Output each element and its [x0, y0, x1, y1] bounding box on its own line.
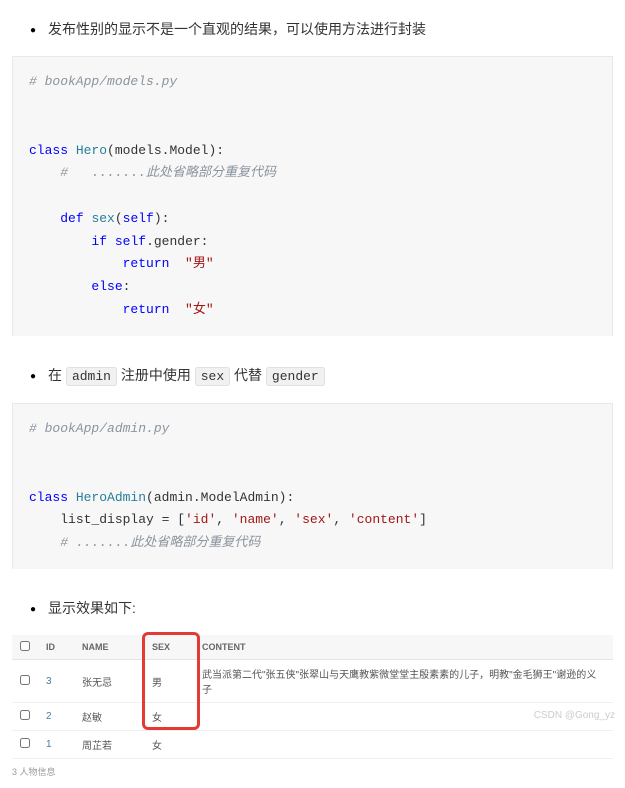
comma: ,: [333, 512, 349, 527]
bullet-2-text: 在 admin 注册中使用 sex 代替 gender: [48, 364, 325, 388]
colon: :: [123, 279, 131, 294]
code-text: .gender:: [146, 234, 208, 249]
code-block-models: # bookApp/models.py class Hero(models.Mo…: [12, 56, 613, 335]
kw-if: if: [91, 234, 107, 249]
code-text: (models.Model):: [107, 143, 224, 158]
string-id: 'id': [185, 512, 216, 527]
bullet-dot: ●: [30, 602, 36, 619]
comment-line: # bookApp/models.py: [29, 74, 177, 89]
row-checkbox[interactable]: [20, 675, 30, 685]
kw-class: class: [29, 490, 68, 505]
string-content: 'content': [349, 512, 419, 527]
text-mid: 注册中使用: [117, 367, 195, 383]
row-checkbox[interactable]: [20, 710, 30, 720]
cell-id[interactable]: 3: [38, 660, 74, 703]
kw-return: return: [123, 302, 170, 317]
kw-self: self: [123, 211, 154, 226]
code-text: (admin.ModelAdmin):: [146, 490, 294, 505]
header-sex[interactable]: SEX: [144, 635, 194, 660]
table-row: 3 张无忌 男 武当派第二代"张五侠"张翠山与天鹰教紫微堂堂主殷素素的儿子，明教…: [12, 660, 613, 703]
comma: ,: [279, 512, 295, 527]
kw-def: def: [60, 211, 83, 226]
bullet-1-text: 发布性别的显示不是一个直观的结果，可以使用方法进行封装: [48, 18, 426, 40]
header-name[interactable]: NAME: [74, 635, 144, 660]
table-row: 1 周芷若 女: [12, 731, 613, 759]
header-id[interactable]: ID: [38, 635, 74, 660]
method-sex: sex: [91, 211, 114, 226]
bullet-2: ● 在 admin 注册中使用 sex 代替 gender: [0, 356, 625, 396]
table-footer-count: 3 人物信息: [12, 765, 613, 778]
cell-name: 张无忌: [74, 660, 144, 703]
cell-name: 周芷若: [74, 731, 144, 759]
kw-return: return: [123, 256, 170, 271]
inline-code-gender: gender: [266, 367, 325, 386]
code-text: list_display = [: [60, 512, 185, 527]
inline-code-sex: sex: [195, 367, 230, 386]
admin-table: ID NAME SEX CONTENT 3 张无忌 男 武当派第二代"张五侠"张…: [12, 635, 613, 759]
cell-content: 武当派第二代"张五侠"张翠山与天鹰教紫微堂堂主殷素素的儿子，明教"金毛狮王"谢逊…: [194, 660, 613, 703]
string-female: "女": [185, 302, 214, 317]
kw-self: self: [115, 234, 146, 249]
code-block-admin: # bookApp/admin.py class HeroAdmin(admin…: [12, 403, 613, 569]
select-all-checkbox[interactable]: [20, 641, 30, 651]
bullet-dot: ●: [30, 23, 36, 40]
header-checkbox: [12, 635, 38, 660]
bullet-3-text: 显示效果如下:: [48, 597, 136, 619]
cell-sex: 男: [144, 660, 194, 703]
class-hero: Hero: [76, 143, 107, 158]
text-pre: 在: [48, 367, 66, 383]
cell-sex: 女: [144, 731, 194, 759]
admin-table-container: ID NAME SEX CONTENT 3 张无忌 男 武当派第二代"张五侠"张…: [12, 635, 613, 759]
comment-line: # bookApp/admin.py: [29, 421, 169, 436]
paren-open: (: [115, 211, 123, 226]
bullet-1: ● 发布性别的显示不是一个直观的结果，可以使用方法进行封装: [0, 10, 625, 48]
table-header-row: ID NAME SEX CONTENT: [12, 635, 613, 660]
row-checkbox[interactable]: [20, 738, 30, 748]
header-content[interactable]: CONTENT: [194, 635, 613, 660]
comment-text: .......此处省略部分重复代码: [91, 165, 276, 180]
kw-class: class: [29, 143, 68, 158]
cell-content: [194, 731, 613, 759]
class-heroadmin: HeroAdmin: [76, 490, 146, 505]
string-male: "男": [185, 256, 214, 271]
bullet-dot: ●: [30, 369, 36, 388]
comment-hash: #: [60, 165, 68, 180]
bullet-3: ● 显示效果如下:: [0, 589, 625, 627]
comma: ,: [216, 512, 232, 527]
comment-text: # .......此处省略部分重复代码: [60, 535, 260, 550]
bracket: ]: [419, 512, 427, 527]
string-sex: 'sex': [294, 512, 333, 527]
inline-code-admin: admin: [66, 367, 117, 386]
cell-id[interactable]: 1: [38, 731, 74, 759]
paren-close: ):: [154, 211, 170, 226]
text-mid2: 代替: [230, 367, 266, 383]
kw-else: else: [91, 279, 122, 294]
watermark: CSDN @Gong_yz: [534, 710, 615, 721]
string-name: 'name': [232, 512, 279, 527]
